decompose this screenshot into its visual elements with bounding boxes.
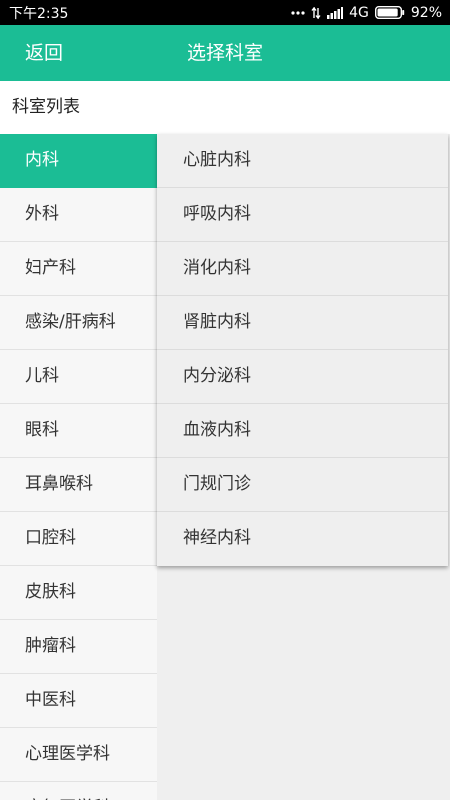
status-icons: 4G 92% (291, 5, 442, 21)
department-category-item[interactable]: 外科 (0, 188, 157, 242)
department-category-item[interactable]: 感染/肝病科 (0, 296, 157, 350)
department-category-item[interactable]: 口腔科 (0, 512, 157, 566)
signal-icon (327, 6, 344, 19)
sub-department-item[interactable]: 门规门诊 (157, 458, 448, 512)
department-category-item[interactable]: 肿瘤科 (0, 620, 157, 674)
battery-percent: 92% (410, 4, 442, 21)
sub-department-item[interactable]: 内分泌科 (157, 350, 448, 404)
department-category-item[interactable]: 康复医学科 (0, 782, 157, 800)
page-title: 选择科室 (186, 42, 263, 64)
data-transfer-icon (311, 6, 321, 19)
sub-department-item[interactable]: 心脏内科 (157, 134, 448, 188)
sub-department-list: 心脏内科 呼吸内科 消化内科 肾脏内科 内分泌科 血液内科 门规门诊 神经内科 (157, 134, 448, 566)
back-button[interactable]: 返回 (25, 25, 63, 81)
department-category-item[interactable]: 耳鼻喉科 (0, 458, 157, 512)
sub-department-item[interactable]: 神经内科 (157, 512, 448, 566)
sub-department-item[interactable]: 肾脏内科 (157, 296, 448, 350)
sub-department-item[interactable]: 消化内科 (157, 242, 448, 296)
app-header: 选择科室 返回 (0, 25, 450, 81)
department-category-item[interactable]: 眼科 (0, 404, 157, 458)
department-category-item[interactable]: 心理医学科 (0, 728, 157, 782)
department-category-list: 内科外科妇产科感染/肝病科儿科眼科耳鼻喉科口腔科皮肤科肿瘤科中医科心理医学科康复… (0, 134, 157, 800)
sub-department-item[interactable]: 呼吸内科 (157, 188, 448, 242)
battery-icon (374, 6, 405, 19)
sub-department-item[interactable]: 血液内科 (157, 404, 448, 458)
department-category-item[interactable]: 皮肤科 (0, 566, 157, 620)
department-category-item[interactable]: 妇产科 (0, 242, 157, 296)
section-heading: 科室列表 (0, 81, 450, 134)
status-bar: 下午2:35 4G 92% (0, 0, 450, 25)
network-type: 4G (349, 4, 369, 21)
department-category-item[interactable]: 内科 (0, 134, 157, 188)
department-category-item[interactable]: 儿科 (0, 350, 157, 404)
status-time: 下午2:35 (9, 5, 69, 22)
notification-dots-icon (291, 10, 305, 16)
department-category-item[interactable]: 中医科 (0, 674, 157, 728)
